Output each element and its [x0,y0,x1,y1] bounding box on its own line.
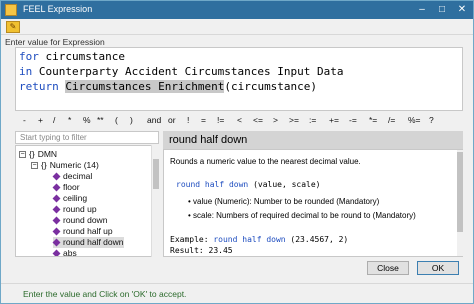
operator-button[interactable]: > [273,115,278,125]
function-icon [52,183,61,192]
tree-node-dmn[interactable]: −{} DMN [19,149,57,160]
editor-line-2: in Counterparty Accident Circumstances I… [19,64,459,79]
operator-button[interactable]: := [309,115,316,125]
param-list: • value (Numeric): Number to be rounded … [170,196,456,222]
operator-button[interactable]: - [23,115,26,125]
operator-button[interactable]: -= [349,115,357,125]
operator-button[interactable]: and [147,115,161,125]
operator-button[interactable]: = [201,115,206,125]
tree-item-function[interactable]: abs [52,248,77,256]
editor-line-3: return Circumstances Enrichment(circumst… [19,79,459,94]
close-icon[interactable]: ✕ [453,2,471,18]
operator-button[interactable]: != [217,115,224,125]
operator-button[interactable]: or [168,115,176,125]
tree-item-function[interactable]: decimal [52,171,92,182]
operator-button[interactable]: /= [388,115,395,125]
keyword-for: for [19,50,39,63]
operator-button[interactable]: ( [115,115,118,125]
example-line: Example: round half down (23.4567, 2) [170,235,349,244]
param-item: • scale: Numbers of required decimal to … [188,211,416,220]
operator-button[interactable]: ) [130,115,133,125]
collapse-icon[interactable]: − [31,162,38,170]
editor-text: circumstance [38,50,125,63]
operator-bar: - + / * % ** ( ) and or ! = != < <= > >=… [15,115,463,127]
operator-button[interactable]: += [329,115,339,125]
operator-button[interactable]: ! [187,115,189,125]
editor-instruction: Enter value for Expression [5,37,105,47]
edit-icon[interactable]: ✎ [6,21,20,33]
operator-button[interactable]: < [237,115,242,125]
app-icon [5,4,17,16]
function-icon [52,249,61,256]
info-heading: round half down [163,131,463,149]
function-icon [52,216,61,225]
status-bar: Enter the value and Click on 'OK' to acc… [1,283,473,303]
feel-expression-window: FEEL Expression – □ ✕ ✎ Enter value for … [0,0,474,304]
close-button[interactable]: Close [367,261,409,275]
function-icon [52,172,61,181]
operator-button[interactable]: <= [253,115,263,125]
editor-text: Counterparty Accident Circumstances Inpu… [32,65,344,78]
operator-button[interactable]: *= [369,115,377,125]
tree-node-numeric[interactable]: −{} Numeric (14) [31,160,99,171]
status-text: Enter the value and Click on 'OK' to acc… [23,289,187,299]
function-icon [52,205,61,214]
info-scrollbar[interactable] [457,150,463,256]
braces-icon: {} [29,149,35,159]
tree-item-function[interactable]: ceiling [52,193,87,204]
filter-input[interactable]: Start typing to filter [15,131,159,144]
braces-icon: {} [41,160,47,170]
function-icon [52,238,61,247]
operator-button[interactable]: %= [408,115,421,125]
maximize-icon[interactable]: □ [433,2,451,18]
operator-button[interactable]: * [68,115,71,125]
editor-line-1: for circumstance [19,49,459,64]
expression-editor[interactable]: for circumstance in Counterparty Acciden… [15,47,463,111]
tree-item-function[interactable]: round up [52,204,97,215]
tree-item-function-selected[interactable]: round half down [52,237,124,248]
scrollbar-thumb[interactable] [153,159,159,189]
operator-button[interactable]: >= [289,115,299,125]
function-description: Rounds a numeric value to the nearest de… [170,157,361,166]
operator-button[interactable]: / [53,115,55,125]
keyword-return: return [19,80,59,93]
keyword-in: in [19,65,33,78]
operator-button[interactable]: ** [97,115,104,125]
highlighted-function: Circumstances Enrichment [65,80,225,93]
collapse-icon[interactable]: − [19,151,26,159]
function-tree: −{} DMN −{} Numeric (14) decimal floor cei… [15,145,159,257]
title-bar[interactable]: FEEL Expression – □ ✕ [1,1,473,19]
minimize-icon[interactable]: – [413,2,431,18]
window-title: FEEL Expression [23,4,93,14]
operator-button[interactable]: % [83,115,91,125]
param-item: • value (Numeric): Number to be rounded … [188,197,380,206]
tree-item-function[interactable]: round half up [52,226,113,237]
function-icon [52,227,61,236]
tree-item-function[interactable]: floor [52,182,80,193]
toolbar: ✎ [1,19,473,35]
operator-button[interactable]: + [38,115,43,125]
tree-item-function[interactable]: round down [52,215,107,226]
info-panel: Rounds a numeric value to the nearest de… [163,149,463,257]
tree-scrollbar[interactable] [151,145,159,257]
result-line: Result: 23.45 [170,246,233,255]
editor-text: (circumstance) [224,80,318,93]
ok-button[interactable]: OK [417,261,459,275]
function-icon [52,194,61,203]
function-signature: round half down (value, scale) [176,180,321,189]
scrollbar-thumb[interactable] [457,152,463,232]
operator-button[interactable]: ? [429,115,434,125]
